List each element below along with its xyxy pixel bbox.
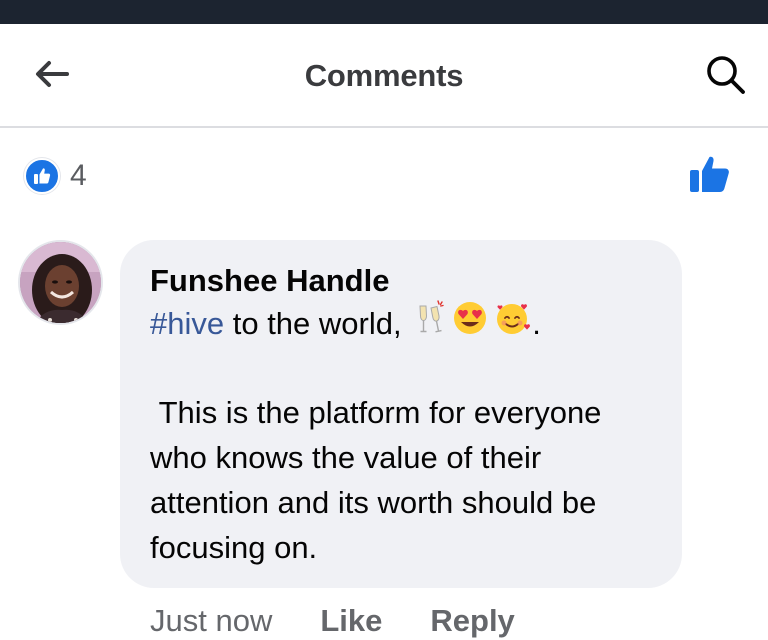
avatar[interactable] — [18, 240, 103, 325]
status-bar — [0, 0, 768, 24]
reaction-count: 4 — [70, 159, 87, 192]
search-button[interactable] — [702, 52, 750, 98]
comment-timestamp: Just now — [150, 603, 273, 638]
like-reaction-badge — [24, 158, 60, 194]
header-divider — [0, 126, 768, 128]
comment-bubble: Funshee Handle #hive to the world, . Thi… — [120, 240, 682, 588]
comment-text-line1: to the world, — [224, 306, 411, 341]
like-post-button[interactable] — [686, 150, 734, 198]
comment-first-line: #hive to the world, . — [150, 300, 652, 348]
hashtag-link[interactable]: #hive — [150, 302, 224, 346]
thumbs-up-icon — [690, 156, 729, 192]
comment-actions: Just now Like Reply — [150, 603, 515, 639]
reply-button[interactable]: Reply — [430, 603, 514, 639]
like-icon — [34, 168, 51, 184]
page-title: Comments — [304, 58, 464, 93]
clinking-glasses-icon — [416, 300, 446, 348]
comment-author[interactable]: Funshee Handle — [150, 262, 389, 300]
smiling-face-with-hearts-icon — [494, 300, 532, 348]
search-icon — [707, 56, 745, 94]
comment-body: This is the platform for everyone who kn… — [150, 395, 611, 565]
like-comment-button[interactable]: Like — [320, 603, 382, 639]
profile-photo — [20, 242, 101, 323]
heart-eyes-icon — [452, 300, 488, 348]
reactions-summary[interactable]: 4 — [24, 158, 87, 194]
comment-line1-end: . — [532, 306, 541, 341]
